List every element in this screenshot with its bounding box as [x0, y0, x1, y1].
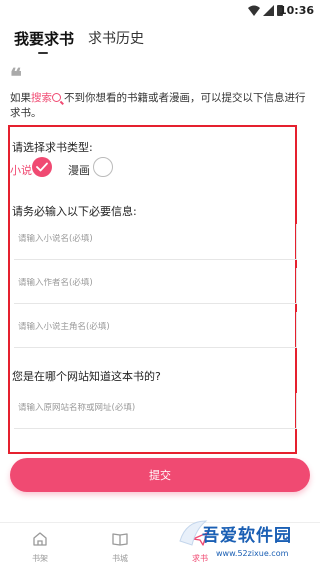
novel-radio[interactable] [32, 157, 52, 177]
search-icon [52, 93, 61, 102]
watermark-title: 吾爱软件园 [202, 526, 292, 546]
intro-text: 如果搜索 不到你想看的书籍或者漫画，可以提交以下信息进行求书。 [10, 91, 310, 121]
nav-shelf[interactable]: 书架 [10, 523, 70, 568]
nav-store-label: 书城 [112, 554, 128, 563]
check-icon [36, 162, 48, 172]
source-label: 您是在哪个网站知道这本书的? [12, 370, 161, 383]
intro-prefix: 如果 [10, 92, 31, 104]
active-tab-indicator [38, 52, 48, 54]
tab-request-history[interactable]: 求书历史 [88, 28, 144, 48]
status-time: 10:36 [278, 4, 314, 17]
novel-name-input[interactable] [18, 234, 278, 244]
home-icon [33, 532, 47, 546]
author-field [14, 268, 297, 304]
comic-radio[interactable] [93, 157, 113, 177]
source-field [14, 393, 297, 429]
tab-request-book[interactable]: 我要求书 [14, 28, 74, 49]
request-form: 请选择求书类型: 小说 漫画 请务必输入以下必要信息: 您是在哪个网站知道这本书… [8, 125, 297, 454]
nav-shelf-label: 书架 [32, 554, 48, 563]
info-label: 请务必输入以下必要信息: [12, 205, 137, 218]
protagonist-field [14, 312, 297, 348]
intro-search-word: 搜索 [31, 92, 52, 104]
novel-name-field [14, 224, 297, 260]
option-comic-label[interactable]: 漫画 [68, 162, 90, 178]
nav-store[interactable]: 书城 [90, 523, 150, 568]
protagonist-input[interactable] [18, 322, 278, 332]
author-input[interactable] [18, 278, 278, 288]
top-tabs: 我要求书 求书历史 [0, 22, 320, 60]
watermark-url: www.52zixue.com [216, 549, 289, 558]
status-bar: 10:36 [0, 0, 320, 22]
type-options: 小说 漫画 [10, 157, 290, 183]
quote-icon: ❝ [10, 64, 22, 90]
signal-icon [263, 5, 274, 16]
watermark: 吾爱软件园 www.52zixue.com [176, 513, 316, 565]
option-novel-label[interactable]: 小说 [10, 162, 32, 178]
wifi-icon [248, 5, 260, 16]
type-label: 请选择求书类型: [12, 141, 93, 154]
source-input[interactable] [18, 403, 278, 413]
submit-button[interactable]: 提交 [10, 458, 310, 492]
book-icon [112, 533, 128, 546]
